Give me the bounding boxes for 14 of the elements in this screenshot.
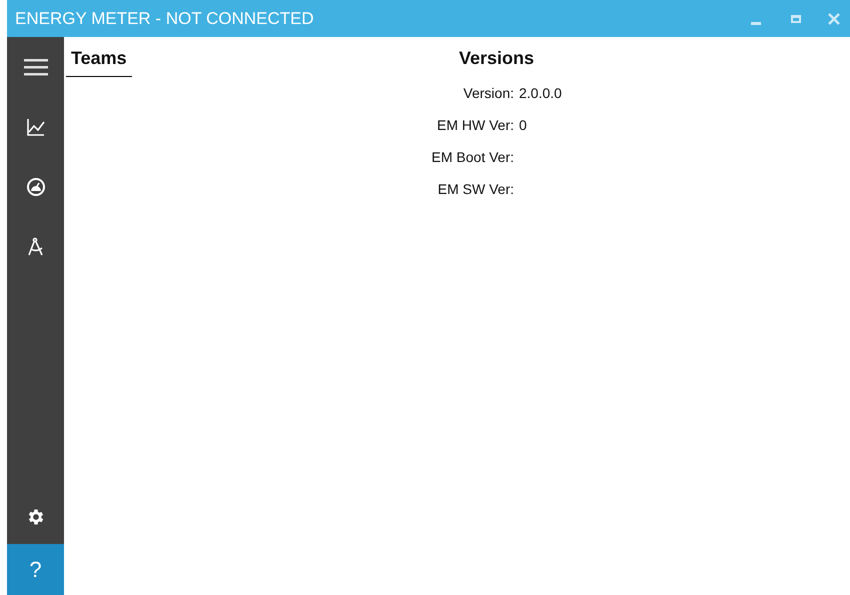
field-label: Version: <box>462 84 514 103</box>
tab[interactable]: Teams <box>66 45 132 77</box>
window-title: ENERGY METER - NOT CONNECTED <box>15 8 315 30</box>
field-value: 0 <box>519 117 527 133</box>
gauge-icon[interactable] <box>26 177 46 197</box>
menu-icon[interactable] <box>24 57 48 77</box>
help-button[interactable]: ? <box>7 544 64 595</box>
field-label: EM HW Ver: <box>436 116 514 135</box>
line-chart-icon[interactable] <box>26 117 46 137</box>
field-value: 2.0.0.0 <box>519 85 562 101</box>
drafting-compass-icon[interactable] <box>26 237 46 257</box>
field-label: EM SW Ver: <box>436 180 514 199</box>
section-heading: Versions <box>459 47 534 70</box>
field-label: EM Boot Ver: <box>430 148 514 167</box>
